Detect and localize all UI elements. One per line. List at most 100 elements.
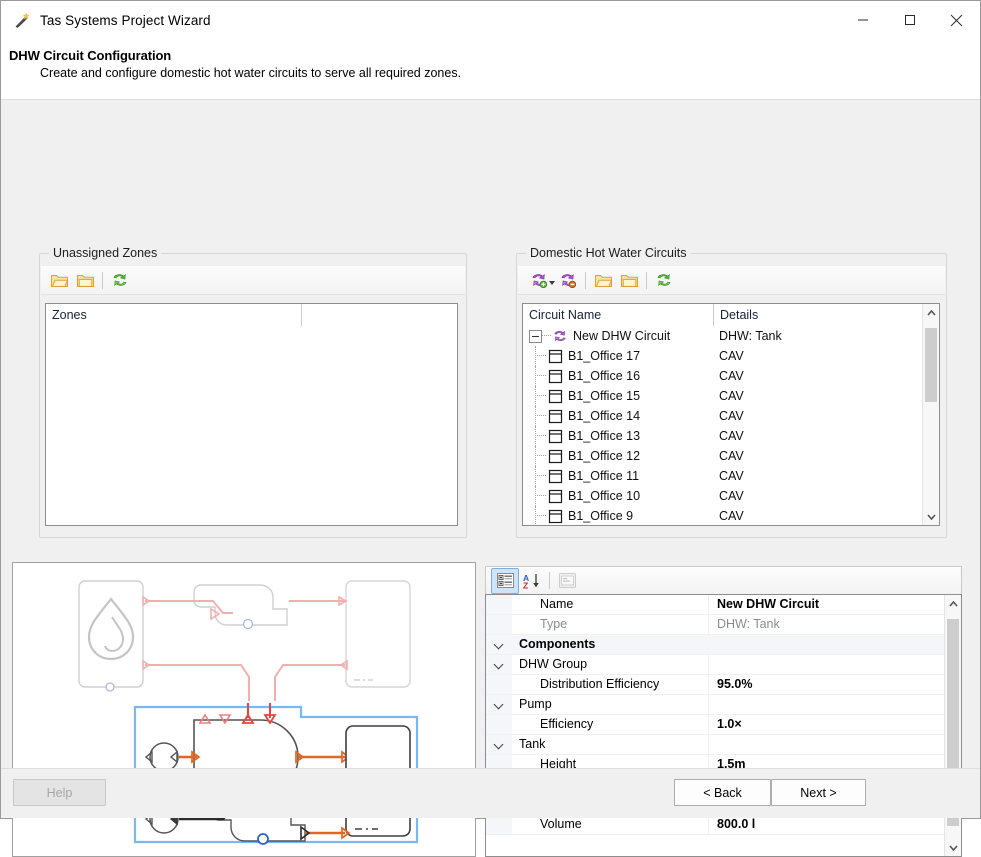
zone-icon xyxy=(548,489,563,504)
wand-icon xyxy=(13,11,31,29)
scroll-down-icon[interactable] xyxy=(945,839,961,856)
property-value[interactable]: 95.0% xyxy=(709,675,944,694)
tree-row[interactable]: B1_Office 12 CAV xyxy=(523,446,939,466)
tree-row[interactable]: B1_Office 15 CAV xyxy=(523,386,939,406)
unassign-folder-button[interactable] xyxy=(72,268,98,292)
property-row-gutter xyxy=(486,695,512,714)
assign-folder-button[interactable] xyxy=(590,268,616,292)
close-icon[interactable] xyxy=(933,1,980,39)
tree-row-name-cell: B1_Office 9 xyxy=(523,506,713,525)
property-row[interactable]: Components xyxy=(486,635,944,655)
tree-row[interactable]: B1_Office 13 CAV xyxy=(523,426,939,446)
unassigned-zones-toolbar xyxy=(41,266,465,295)
dhw-circuits-scrollbar[interactable] xyxy=(922,304,939,525)
property-row[interactable]: Volume 800.0 l xyxy=(486,815,944,835)
back-button[interactable]: < Back xyxy=(674,779,771,806)
property-row[interactable]: Pump xyxy=(486,695,944,715)
property-row[interactable]: Type DHW: Tank xyxy=(486,615,944,635)
tree-connector xyxy=(537,375,546,377)
project-wizard-window: Tas Systems Project Wizard DHW Circuit C… xyxy=(0,0,981,857)
next-button[interactable]: Next > xyxy=(771,779,866,806)
property-value[interactable] xyxy=(709,655,944,674)
dhw-circuits-tree[interactable]: Circuit Name Details New DHW Circuit DHW:… xyxy=(522,303,940,526)
expander-icon[interactable] xyxy=(529,329,542,343)
tree-row[interactable]: B1_Office 17 CAV xyxy=(523,346,939,366)
page-title: DHW Circuit Configuration xyxy=(9,48,172,63)
tree-row[interactable]: B1_Office 10 CAV xyxy=(523,486,939,506)
tree-row-details: CAV xyxy=(719,369,744,383)
property-name: Efficiency xyxy=(512,715,709,734)
tree-connector xyxy=(537,355,546,357)
dhw-circuits-label: Domestic Hot Water Circuits xyxy=(526,246,691,260)
minimize-icon[interactable] xyxy=(839,1,886,39)
add-circuit-button[interactable] xyxy=(523,268,555,292)
alphabetical-sort-button[interactable]: A Z xyxy=(519,569,545,593)
property-row-gutter xyxy=(486,615,512,634)
scrollbar-thumb[interactable] xyxy=(925,328,937,402)
tree-connector xyxy=(537,435,546,437)
maximize-icon[interactable] xyxy=(886,1,933,39)
help-button[interactable]: Help xyxy=(13,779,106,806)
property-row[interactable]: Distribution Efficiency 95.0% xyxy=(486,675,944,695)
column-header-details[interactable]: Details xyxy=(713,304,939,326)
tree-row[interactable]: New DHW Circuit DHW: Tank xyxy=(523,326,939,346)
property-row-gutter xyxy=(486,735,512,754)
chevron-down-icon[interactable] xyxy=(495,700,504,709)
scroll-up-icon[interactable] xyxy=(923,304,939,321)
tree-row-details: CAV xyxy=(719,409,744,423)
scroll-down-icon[interactable] xyxy=(923,508,939,525)
zone-icon xyxy=(548,369,563,384)
tree-row-label: B1_Office 15 xyxy=(568,389,641,403)
tree-row-name-cell: B1_Office 16 xyxy=(523,366,713,386)
tree-row[interactable]: B1_Office 11 CAV xyxy=(523,466,939,486)
refresh-button[interactable] xyxy=(107,268,133,292)
tree-row-name-cell: New DHW Circuit xyxy=(523,329,713,343)
property-row-gutter xyxy=(486,635,512,654)
zone-icon xyxy=(548,389,563,404)
property-row[interactable]: DHW Group xyxy=(486,655,944,675)
column-header-zones[interactable]: Zones xyxy=(46,304,301,326)
zone-icon xyxy=(548,429,563,444)
property-name: Components xyxy=(519,637,596,651)
zone-icon xyxy=(548,449,563,464)
chevron-down-icon[interactable] xyxy=(495,660,504,669)
remove-circuit-button[interactable] xyxy=(555,268,581,292)
unassigned-zones-list[interactable]: Zones xyxy=(45,303,458,526)
property-row[interactable]: Efficiency 1.0× xyxy=(486,715,944,735)
property-name: Distribution Efficiency xyxy=(512,675,709,694)
scroll-up-icon[interactable] xyxy=(945,595,961,612)
chevron-down-icon[interactable] xyxy=(495,640,504,649)
tree-row-label: B1_Office 10 xyxy=(568,489,641,503)
column-header-blank[interactable] xyxy=(301,304,457,326)
tree-connector xyxy=(542,335,551,337)
property-name: Tank xyxy=(512,735,709,754)
tree-row-name-cell: B1_Office 12 xyxy=(523,446,713,466)
tree-row-label: B1_Office 13 xyxy=(568,429,641,443)
refresh-button[interactable] xyxy=(651,268,677,292)
unassign-folder-button[interactable] xyxy=(616,268,642,292)
property-row[interactable]: Tank xyxy=(486,735,944,755)
property-value[interactable] xyxy=(709,735,944,754)
toolbar-separator xyxy=(646,271,647,289)
tree-row-label: B1_Office 14 xyxy=(568,409,641,423)
zone-icon xyxy=(548,409,563,424)
chevron-down-icon[interactable] xyxy=(495,740,504,749)
property-value[interactable]: DHW: Tank xyxy=(709,615,944,634)
categorized-view-button[interactable] xyxy=(491,567,519,594)
assign-folder-button[interactable] xyxy=(46,268,72,292)
property-pages-button[interactable] xyxy=(554,569,580,593)
tree-row-label: New DHW Circuit xyxy=(573,329,671,343)
property-row[interactable]: Name New DHW Circuit xyxy=(486,595,944,615)
tree-row[interactable]: B1_Office 14 CAV xyxy=(523,406,939,426)
property-value[interactable]: 1.0× xyxy=(709,715,944,734)
page-subtitle: Create and configure domestic hot water … xyxy=(40,66,462,80)
tree-row[interactable]: B1_Office 16 CAV xyxy=(523,366,939,386)
property-value[interactable] xyxy=(709,695,944,714)
tree-row-details: CAV xyxy=(719,389,744,403)
column-header-circuit-name[interactable]: Circuit Name xyxy=(523,304,713,326)
property-value[interactable]: New DHW Circuit xyxy=(709,595,944,614)
wizard-content: Unassigned Zones Zones Domestic Hot Wate… xyxy=(1,100,980,857)
tree-row[interactable]: B1_Office 9 CAV xyxy=(523,506,939,525)
tree-row-name-cell: B1_Office 11 xyxy=(523,466,713,486)
zone-icon xyxy=(548,469,563,484)
